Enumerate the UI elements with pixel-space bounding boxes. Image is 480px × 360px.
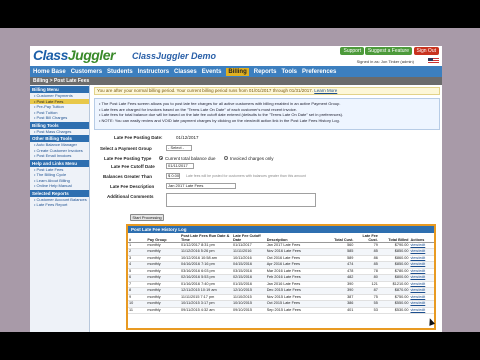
nav-classes[interactable]: Classes (174, 69, 197, 75)
fee-type-current-radio[interactable] (159, 156, 163, 160)
description-label: Late Fee Description (110, 184, 155, 189)
sidebar-link[interactable]: • Post Bill Charges (30, 115, 89, 121)
posting-date-value: 01/12/2017 (176, 135, 199, 140)
history-column-header: Total Billed (378, 233, 410, 243)
table-cell: 09/11/2015 4:32 am (180, 307, 233, 314)
sidebar-section-title: Other Billing Tools (30, 135, 89, 142)
history-column-header: Post Late Fees Run Date & Time (180, 233, 233, 243)
history-column-header: Description (265, 233, 330, 243)
table-cell: 09/10/2015 (232, 307, 266, 314)
table-row: 11 monthly 09/11/2015 4:32 am 09/10/2015 Sep… (128, 307, 434, 314)
suggest-feature-button[interactable]: Suggest a Feature (364, 47, 412, 55)
billing-period-notice: You are after your normal billing period… (94, 87, 440, 95)
table-cell: 401 (329, 307, 355, 314)
app-title: ClassJuggler Demo (132, 51, 217, 61)
us-flag-icon[interactable] (428, 58, 439, 64)
balance-input[interactable]: $ 0.00 (166, 173, 180, 179)
table-cell: Sep 2015 Late Fees (265, 307, 330, 314)
table-cell: monthly (146, 307, 181, 314)
cutoff-date-label: Late Fee Cutoff Date (111, 164, 155, 169)
app-window: ClassJuggler ClassJuggler Demo Support S… (30, 46, 442, 332)
nav-preferences[interactable]: Preferences (302, 69, 336, 75)
header: ClassJuggler ClassJuggler Demo Support S… (30, 46, 442, 66)
history-column-header: Actions (409, 233, 434, 243)
history-column-header: Pay Group (146, 233, 181, 243)
comments-textarea[interactable] (166, 193, 316, 207)
fee-type-invoiced-radio[interactable] (224, 156, 228, 160)
sidebar-link[interactable]: • Post Email Invoices (30, 153, 89, 159)
sidebar-section-title: Billing Tools (30, 121, 89, 129)
breadcrumb: Billing > Post Late Fees (30, 77, 442, 85)
table-cell: 53 (354, 307, 379, 314)
nav-students[interactable]: Students (107, 69, 133, 75)
nav-reports[interactable]: Reports (254, 69, 277, 75)
table-cell: $530.00 (378, 307, 410, 314)
table-cell: 11 (128, 307, 147, 314)
nav-home-base[interactable]: Home Base (33, 69, 66, 75)
balance-label: Balances Greater Than (103, 174, 153, 179)
balance-hint: Late fees will be posted for customers w… (186, 174, 306, 178)
sidebar: Billing Menu • Customer Payments • Post La… (30, 85, 90, 332)
sidebar-section-title: Billing Menu (30, 86, 89, 93)
fee-type-current-label: Current total balance due (165, 156, 216, 161)
nav-events[interactable]: Events (202, 69, 222, 75)
signed-in-text: Signed in as: Jon Tinker (admin) (356, 59, 414, 64)
main-nav: Home Base Customers Students Instructors Cla… (30, 66, 442, 77)
view-edit-link[interactable]: view/edit (409, 307, 434, 314)
history-column-header: Late Fee Cutoff Date (232, 233, 266, 243)
cutoff-date-input[interactable]: 01/11/2017 (166, 163, 194, 169)
history-column-header: Late Fee Cust. (354, 233, 379, 243)
sign-out-button[interactable]: Sign Out (413, 47, 439, 55)
posting-date-label: Late Fee Posting Date: (114, 135, 163, 140)
main-content: You are after your normal billing period… (94, 87, 440, 332)
payment-group-select[interactable]: - Select - (166, 145, 192, 151)
sidebar-section-title: Selected Reports (30, 189, 89, 197)
payment-group-label: Select a Payment Group (100, 146, 152, 151)
sidebar-link[interactable]: • Late Fees Report (30, 202, 89, 208)
screen: ClassJuggler ClassJuggler Demo Support S… (0, 28, 480, 332)
history-column-header: Total Cust. (329, 233, 355, 243)
description-input[interactable]: Jan 2017 Late Fees (166, 183, 236, 189)
sidebar-link[interactable]: • Post Mass Charges (30, 129, 89, 135)
nav-customers[interactable]: Customers (71, 69, 102, 75)
learn-more-link[interactable]: Learn More (314, 88, 337, 93)
nav-billing[interactable]: Billing (226, 67, 249, 76)
history-table: # Pay Group Post Late Fees Run Date & Time… (128, 233, 434, 314)
nav-tools[interactable]: Tools (281, 69, 297, 75)
start-processing-button[interactable]: Start Processing (130, 214, 164, 221)
fee-type-invoiced-label: Invoiced charges only (230, 156, 274, 161)
logo[interactable]: ClassJuggler (33, 47, 115, 63)
comments-label: Additional Comments (107, 194, 154, 199)
history-title: Post Late Fee History Log (128, 226, 434, 233)
nav-instructors[interactable]: Instructors (138, 69, 169, 75)
fee-type-label: Late Fee Posting Type (104, 156, 152, 161)
support-button[interactable]: Support (340, 47, 364, 55)
sidebar-section-title: Help and Links Menu (30, 159, 89, 167)
info-bullet: • NOTE: You can easily review and VOID l… (99, 117, 340, 123)
history-log: Post Late Fee History Log # Pay Group Post… (126, 224, 436, 330)
history-column-header: # (128, 233, 147, 243)
sidebar-link[interactable]: • Online Help Manual (30, 183, 89, 189)
info-box: • The Post Late Fees screen allows you t… (94, 98, 440, 130)
